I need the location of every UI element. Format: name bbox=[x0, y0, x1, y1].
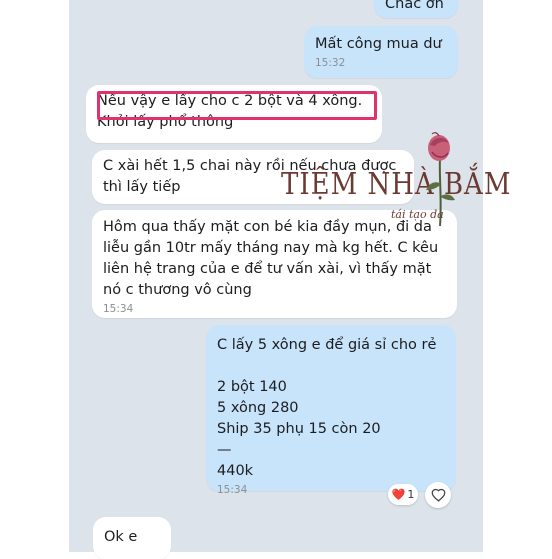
message-time: 15:32 bbox=[315, 57, 346, 69]
heart-icon: ❤️ bbox=[391, 488, 406, 501]
message-bubble-incoming[interactable]: Nếu vậy e lấy cho c 2 bột và 4 xông. Khỏ… bbox=[86, 85, 382, 143]
message-bubble-outgoing[interactable]: Chắc ơn bbox=[374, 0, 458, 18]
message-bubble-incoming[interactable]: Hôm qua thấy mặt con bé kia đầy mụn, đi … bbox=[92, 210, 457, 318]
message-text: Mất công mua dư bbox=[315, 36, 442, 52]
rose-icon bbox=[426, 132, 455, 227]
message-text: Hôm qua thấy mặt con bé kia đầy mụn, đi … bbox=[103, 219, 439, 298]
message-time: 15:34 bbox=[103, 303, 134, 315]
heart-outline-icon bbox=[431, 488, 445, 502]
message-bubble-incoming[interactable]: Ok e bbox=[93, 517, 171, 559]
message-text: Chắc ơn bbox=[385, 0, 444, 12]
message-text: Nếu vậy e lấy cho c 2 bột và 4 xông. Khỏ… bbox=[97, 93, 363, 130]
message-bubble-outgoing[interactable]: C lấy 5 xông e để giá sỉ cho rẻ 2 bột 14… bbox=[206, 325, 456, 496]
message-text: Ok e bbox=[104, 529, 138, 545]
message-text: C xài hết 1,5 chai này rồi nếu chưa được… bbox=[103, 158, 397, 195]
add-reaction-button[interactable] bbox=[425, 482, 451, 508]
message-text: C lấy 5 xông e để giá sỉ cho rẻ 2 bột 14… bbox=[217, 337, 437, 479]
reaction-badge[interactable]: ❤️ 1 bbox=[388, 484, 418, 505]
message-bubble-incoming[interactable]: C xài hết 1,5 chai này rồi nếu chưa được… bbox=[92, 150, 414, 204]
message-bubble-outgoing[interactable]: Mất công mua dư 15:32 bbox=[304, 26, 458, 78]
reaction-count: 1 bbox=[407, 488, 415, 501]
